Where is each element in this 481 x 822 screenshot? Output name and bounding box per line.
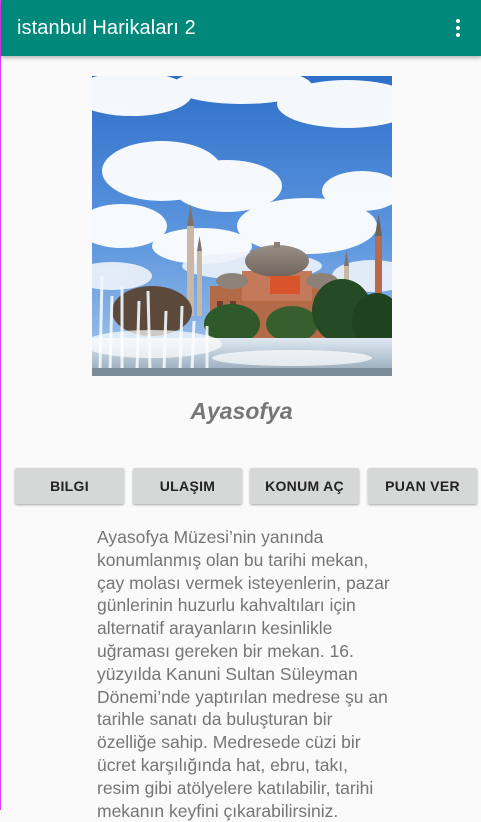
transport-button[interactable]: ULAŞIM (133, 468, 242, 504)
open-location-button[interactable]: KONUM AÇ (250, 468, 359, 504)
info-button[interactable]: BILGI (15, 468, 124, 504)
app-title: istanbul Harikaları 2 (17, 17, 196, 39)
action-button-row: BILGI ULAŞIM KONUM AÇ PUAN VER (15, 468, 479, 505)
place-description: Ayasofya Müzesi’nin yanında konumlanmış … (97, 527, 390, 821)
rate-button[interactable]: PUAN VER (368, 468, 477, 504)
more-vert-icon[interactable] (446, 16, 470, 40)
app-bar: istanbul Harikaları 2 (1, 0, 481, 56)
place-photo (92, 76, 392, 376)
place-title: Ayasofya (190, 398, 293, 424)
